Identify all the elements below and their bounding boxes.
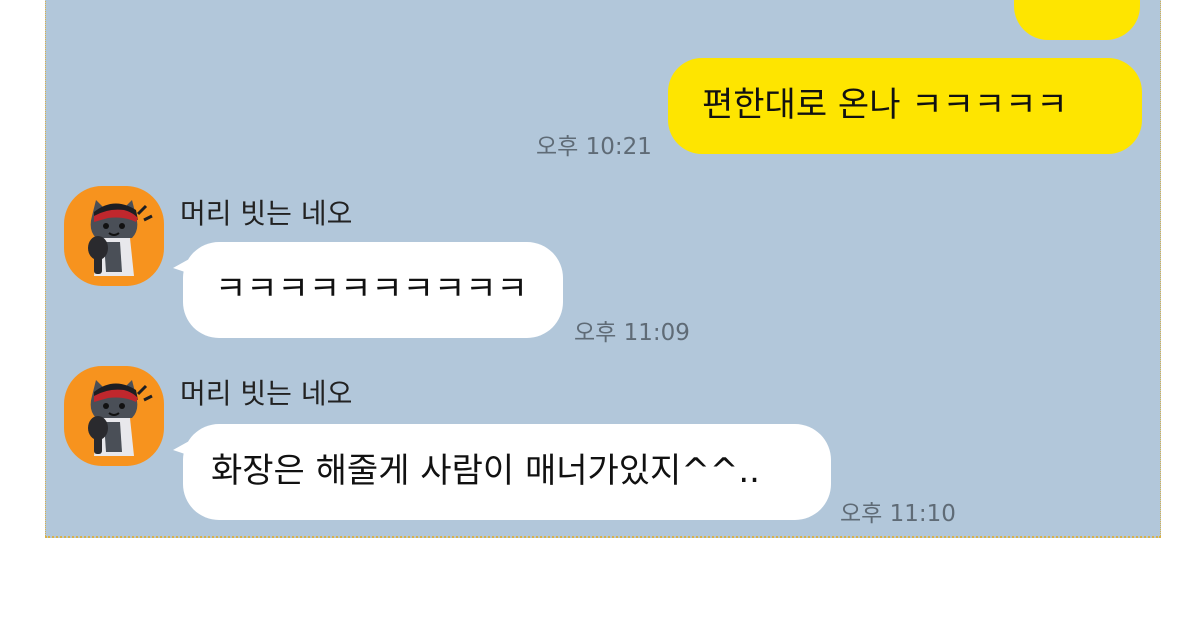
avatar[interactable]	[64, 186, 164, 286]
incoming-message-bubble[interactable]: 화장은 해줄게 사람이 매너가있지^^..	[173, 424, 831, 520]
bubble-tail	[173, 258, 191, 274]
outgoing-message-bubble[interactable]: 편한대로 온나 ㅋㅋㅋㅋㅋ	[668, 58, 1142, 154]
sender-name: 머리 빗는 네오	[180, 197, 353, 230]
avatar[interactable]	[64, 366, 164, 466]
sender-name: 머리 빗는 네오	[180, 377, 353, 410]
message-text: 화장은 해줄게 사람이 매너가있지^^..	[211, 451, 760, 491]
message-text: ㅋㅋㅋㅋㅋㅋㅋㅋㅋㅋ	[215, 269, 528, 309]
message-text: 해서	[1052, 0, 1115, 5]
bubble-tail	[173, 440, 191, 456]
neo-cat-character-icon	[88, 380, 153, 456]
incoming-message-bubble[interactable]: ㅋㅋㅋㅋㅋㅋㅋㅋㅋㅋ	[173, 242, 563, 338]
message-timestamp: 오후 11:10	[840, 501, 956, 527]
chat-panel: 해서 편한대로 온나 ㅋㅋㅋㅋㅋ 오후 10:21 머리 빗는 네오 ㅋㅋㅋㅋㅋ…	[45, 0, 1161, 538]
neo-cat-character-icon	[88, 200, 153, 276]
message-text: 편한대로 온나 ㅋㅋㅋㅋㅋ	[702, 85, 1068, 125]
outgoing-message-bubble[interactable]: 해서	[1014, 0, 1140, 40]
message-timestamp: 오후 11:09	[574, 320, 690, 346]
message-timestamp: 오후 10:21	[536, 134, 652, 160]
